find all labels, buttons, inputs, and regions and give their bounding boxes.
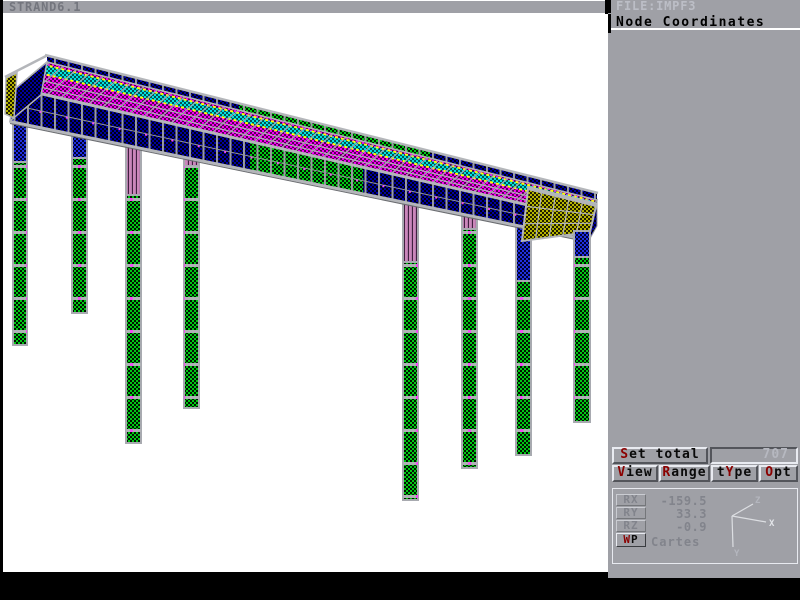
opt-button[interactable]: Opt	[759, 465, 798, 482]
wp-coordinate-system: Cartes	[649, 535, 709, 549]
rz-value: -0.9	[649, 520, 707, 534]
axis-y-label: Y	[734, 549, 740, 559]
app-titlebar: STRAND6.1	[1, 1, 605, 13]
range-button[interactable]: Range	[659, 465, 710, 482]
near-girder-face	[10, 88, 588, 242]
application-window: STRAND6.1 FILE:IMPF3 Node Coordinates	[0, 0, 800, 600]
rx-button[interactable]: RX	[616, 494, 646, 506]
set-total-button[interactable]: Set total	[612, 447, 708, 464]
axis-x-label: X	[769, 519, 775, 529]
bottom-status-bar	[0, 572, 608, 600]
rotation-group: RX -159.5 RY 33.3 RZ -0.9 WP Cartes Z X …	[612, 488, 798, 564]
rz-button[interactable]: RZ	[616, 520, 646, 532]
panel-title: Node Coordinates	[611, 16, 800, 30]
axis-z-label: Z	[755, 496, 761, 506]
ry-button[interactable]: RY	[616, 507, 646, 519]
type-button[interactable]: tYpe	[711, 465, 758, 482]
model-viewport[interactable]	[3, 14, 608, 572]
pier-column-right	[574, 231, 590, 422]
viewport-left-border	[0, 0, 3, 572]
axis-triad: Z X Y	[701, 491, 796, 561]
total-count-field: 707	[710, 447, 798, 464]
rx-value: -159.5	[649, 494, 707, 508]
ry-value: 33.3	[649, 507, 707, 521]
bridge-model-scene	[3, 14, 608, 572]
file-bar: FILE:IMPF3	[611, 0, 800, 13]
wp-button[interactable]: WP	[616, 533, 646, 547]
view-button[interactable]: View	[612, 465, 658, 482]
